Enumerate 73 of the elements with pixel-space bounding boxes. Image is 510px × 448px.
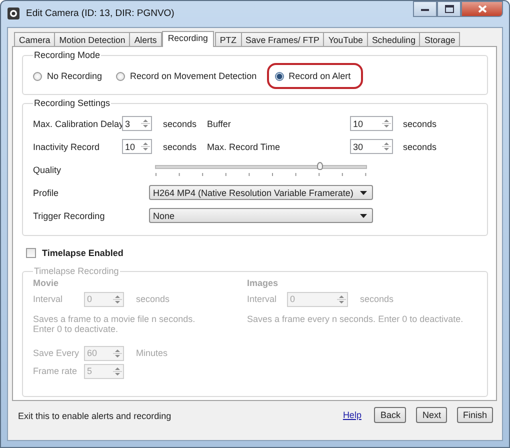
unit-label: seconds: [136, 294, 170, 304]
unit-label: seconds: [403, 142, 437, 152]
radio-button[interactable]: [274, 72, 284, 80]
maximize-icon: [444, 5, 454, 13]
caret-icon: [360, 214, 367, 218]
tab[interactable]: Camera: [14, 32, 56, 46]
spin-arrows-icon: [113, 292, 122, 306]
field-label: Max. Calibration Delay: [33, 118, 122, 128]
hint-text: Saves a frame to a movie file n seconds. Enter 0 to deactivate.: [33, 314, 196, 334]
hint-text: Saves a frame every n seconds. Enter 0 to deactivate.: [247, 314, 464, 324]
unit-label: seconds: [360, 294, 394, 304]
group-label: Recording Mode: [33, 50, 102, 60]
number-field[interactable]: 10: [122, 139, 152, 154]
field-label: Profile: [33, 188, 60, 198]
tab[interactable]: Alerts: [129, 32, 162, 46]
tab[interactable]: Storage: [419, 32, 460, 46]
radio-option[interactable]: Record on Alert: [274, 71, 351, 81]
field-label: Trigger Recording: [33, 210, 106, 220]
unit-label: seconds: [163, 118, 198, 128]
spin-arrows-icon: [337, 292, 346, 306]
group-label: Timelapse Recording: [33, 266, 120, 276]
spin-arrows-icon: [382, 117, 391, 130]
field-label: Inactivity Record: [33, 142, 101, 152]
checkbox[interactable]: [26, 248, 36, 258]
spin-arrows-icon: [141, 117, 150, 130]
field-label: Max. Record Time: [207, 142, 282, 152]
field-label: Interval: [247, 294, 278, 304]
section-heading: Movie: [33, 277, 60, 290]
dialog-button[interactable]: Finish: [456, 407, 493, 423]
checkbox-option[interactable]: Timelapse Enabled: [26, 246, 124, 260]
caret-icon: [360, 190, 367, 194]
unit-label: seconds: [403, 118, 437, 128]
close-button[interactable]: [461, 1, 503, 17]
number-field[interactable]: 30: [350, 139, 393, 154]
field-label: Frame rate: [33, 366, 78, 376]
radio-option[interactable]: Record on Movement Detection: [116, 71, 257, 81]
number-field[interactable]: 3: [122, 116, 152, 131]
slider-thumb[interactable]: [316, 162, 323, 170]
status-text: Exit this to enable alerts and recording: [18, 411, 172, 421]
spin-arrows-icon: [141, 140, 150, 153]
maximize-button[interactable]: [437, 1, 461, 17]
tab[interactable]: Save Frames/ FTP: [240, 32, 324, 46]
slider-track[interactable]: [155, 164, 367, 168]
tab[interactable]: Recording: [162, 31, 214, 47]
minimize-button[interactable]: [413, 1, 437, 17]
window-title: Edit Camera (ID: 13, DIR: PGNVO): [26, 8, 174, 18]
radio-button[interactable]: [116, 72, 126, 80]
tab[interactable]: PTZ: [214, 32, 242, 46]
spin-arrows-icon: [113, 346, 122, 360]
dropdown[interactable]: None: [149, 208, 373, 223]
group-label: Recording Settings: [33, 98, 112, 108]
field-label: Interval: [33, 294, 64, 304]
spin-arrows-icon: [382, 140, 391, 153]
number-field[interactable]: 10: [350, 116, 393, 131]
unit-label: seconds: [163, 142, 198, 152]
camera-icon: [7, 6, 20, 20]
radio-option[interactable]: No Recording: [33, 71, 102, 81]
close-icon: [478, 5, 486, 13]
spin-arrows-icon: [113, 364, 122, 378]
dialog-button[interactable]: Back: [374, 407, 406, 423]
field-label: Quality: [33, 164, 62, 174]
minimize-icon: [421, 8, 429, 10]
field-label: Buffer: [207, 118, 232, 128]
field-label: Save Every: [33, 348, 80, 358]
section-heading: Images: [247, 277, 280, 290]
help-link[interactable]: Help: [342, 410, 362, 420]
dialog-button[interactable]: Next: [416, 407, 447, 423]
tab[interactable]: YouTube: [323, 32, 368, 46]
tab[interactable]: Motion Detection: [54, 32, 130, 46]
radio-button[interactable]: [33, 72, 42, 80]
tab[interactable]: Scheduling: [366, 32, 420, 46]
dropdown[interactable]: H264 MP4 (Native Resolution Variable Framerate): [149, 185, 373, 200]
unit-label: Minutes: [136, 348, 168, 358]
